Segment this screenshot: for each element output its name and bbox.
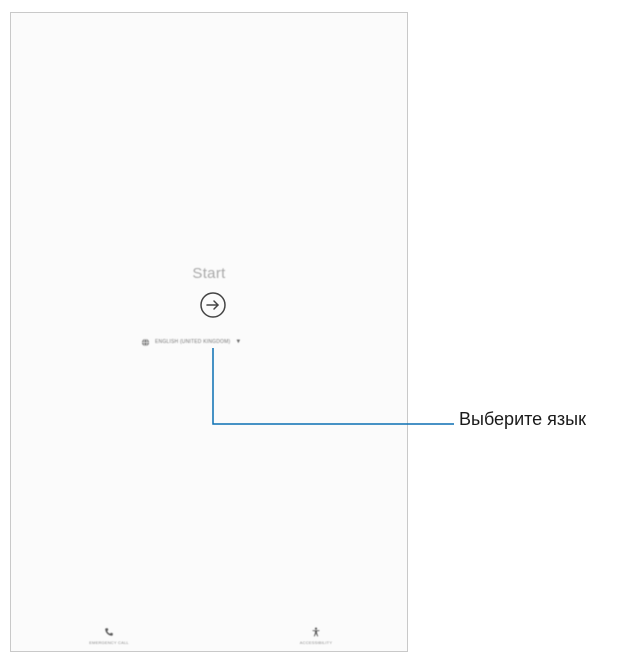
phone-screen: Start ENGLISH (UNITED KINGDOM) ▼ EMERGEN… [10, 12, 408, 652]
start-title: Start [192, 265, 226, 282]
phone-icon [105, 628, 113, 636]
emergency-call-button[interactable]: EMERGENCY CALL [64, 627, 154, 645]
accessibility-icon [312, 627, 320, 637]
start-button[interactable] [199, 291, 227, 319]
globe-icon [141, 338, 150, 346]
language-value: ENGLISH (UNITED KINGDOM) [155, 339, 231, 345]
dropdown-arrow-icon: ▼ [235, 339, 242, 345]
accessibility-button[interactable]: ACCESSIBILITY [271, 627, 361, 645]
callout-label: Выберите язык [459, 409, 586, 429]
language-selector[interactable]: ENGLISH (UNITED KINGDOM) ▼ [141, 335, 241, 349]
emergency-call-label: EMERGENCY CALL [89, 640, 129, 645]
arrow-right-circle-icon [200, 292, 226, 318]
accessibility-label: ACCESSIBILITY [299, 640, 333, 645]
